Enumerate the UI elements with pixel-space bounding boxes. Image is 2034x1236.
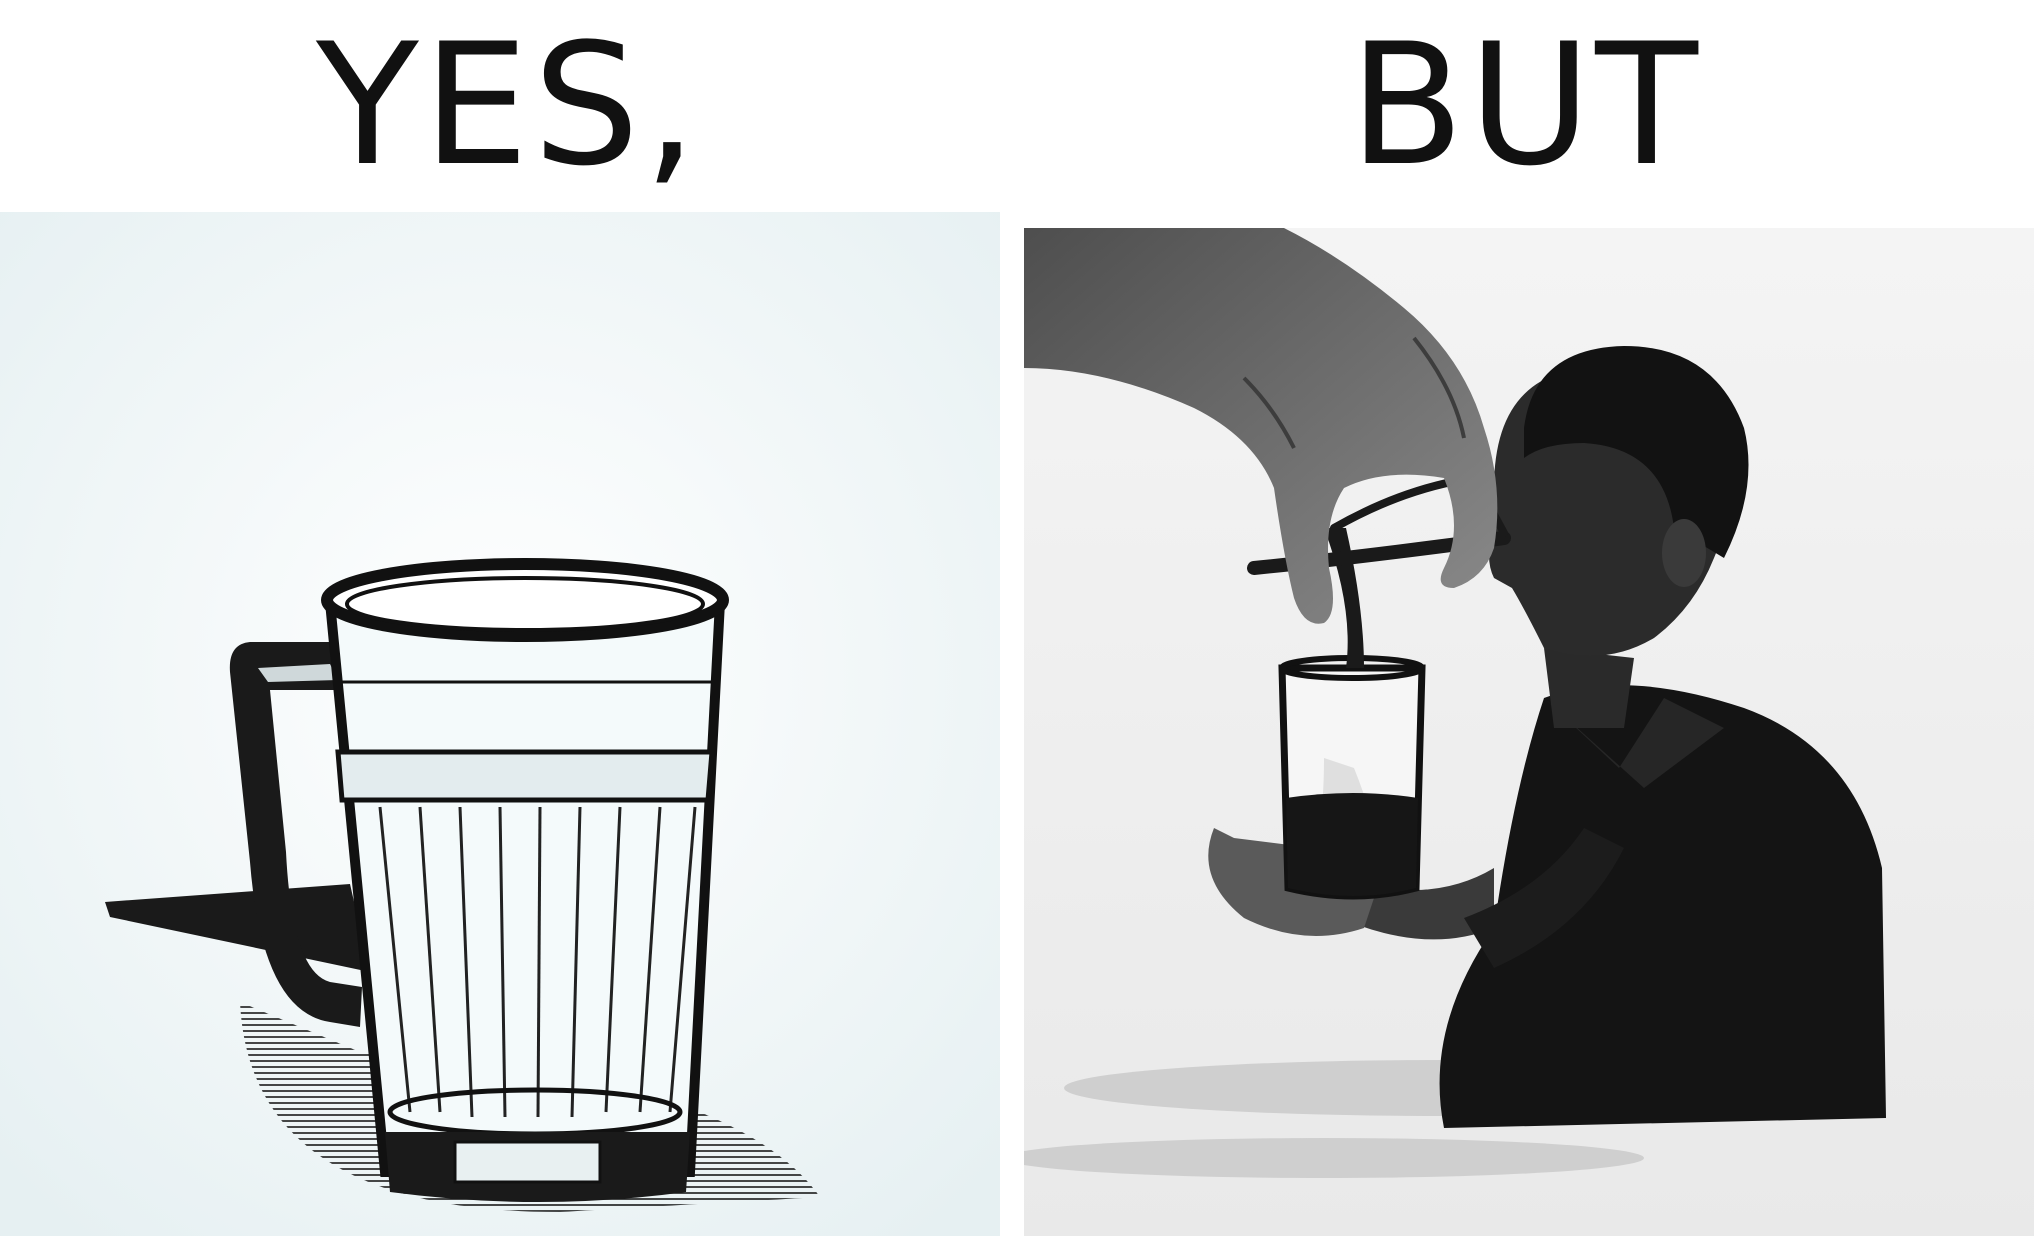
large-mug-icon	[0, 212, 1000, 1236]
small-glass	[1278, 655, 1426, 900]
person-drinking-illustration	[1024, 228, 2034, 1236]
mug-rim	[321, 558, 729, 642]
caption-yes: YES,	[316, 7, 701, 203]
caption-but: BUT	[1349, 7, 1702, 203]
panel-left	[0, 212, 1000, 1236]
panel-right	[1024, 228, 2034, 1236]
